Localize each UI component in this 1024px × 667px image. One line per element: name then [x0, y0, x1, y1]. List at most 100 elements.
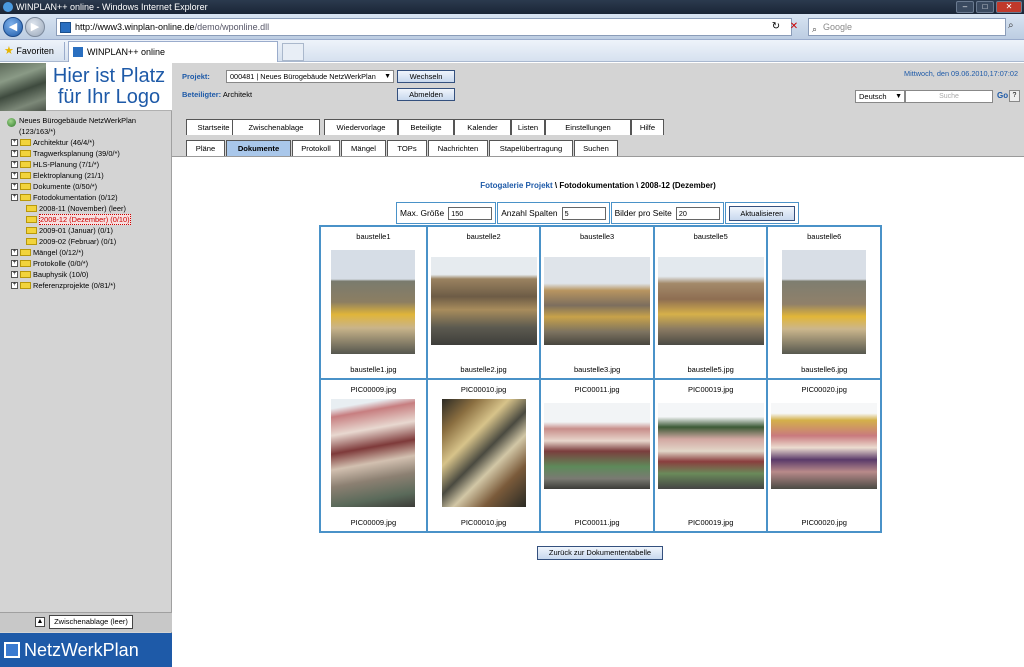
forward-icon[interactable]: ▶: [25, 17, 45, 37]
tree-subitem[interactable]: 2008-11 (November) (leer): [3, 203, 171, 214]
tree-item-label: Tragwerksplanung (39/0/*): [33, 149, 120, 158]
favorites-button[interactable]: ★ Favoriten: [4, 44, 54, 58]
tree-item[interactable]: + Fotodokumentation (0/12): [3, 192, 171, 203]
photo-thumbnail[interactable]: [782, 250, 867, 354]
photo-thumbnail[interactable]: [441, 399, 526, 507]
star-icon: ★: [4, 45, 14, 57]
photo-filename[interactable]: baustelle5.jpg: [655, 365, 767, 374]
folder-icon: [20, 161, 31, 168]
photo-filename[interactable]: baustelle1.jpg: [321, 365, 426, 374]
maximize-icon[interactable]: □: [976, 1, 994, 13]
tree-root[interactable]: Neues Bürogebäude NetzWerkPlan (123/163/…: [3, 115, 171, 137]
folder-icon: [20, 194, 31, 201]
gallery-cell: baustelle5 baustelle5.jpg: [652, 225, 769, 380]
refresh-icon[interactable]: ↻: [768, 18, 784, 36]
project-globe-icon: [7, 118, 16, 127]
browser-tab[interactable]: WINPLAN++ online: [68, 41, 278, 62]
expand-plus-icon[interactable]: +: [11, 282, 18, 289]
photo-filename[interactable]: PIC00019.jpg: [655, 518, 767, 527]
tree-item[interactable]: + HLS-Planung (7/1/*): [3, 159, 171, 170]
tree-item-label: Architektur (46/4/*): [33, 138, 95, 147]
participant-value: Architekt: [222, 90, 253, 99]
tab-tabs_sub-0[interactable]: Pläne: [186, 140, 225, 156]
breadcrumb-link[interactable]: Fotogalerie Projekt: [480, 181, 552, 190]
tab-tabs_sub-1[interactable]: Dokumente: [226, 140, 291, 156]
photo-filename[interactable]: PIC00011.jpg: [541, 518, 653, 527]
tree-item[interactable]: + Dokumente (0/50/*): [3, 181, 171, 192]
tree-item[interactable]: + Referenzprojekte (0/81/*): [3, 280, 171, 291]
tab-tabs_main-3[interactable]: Beteiligte: [398, 119, 454, 135]
expand-plus-icon[interactable]: +: [11, 260, 18, 267]
tree-item[interactable]: + Mängel (0/12/*): [3, 247, 171, 258]
photo-filename[interactable]: baustelle3.jpg: [541, 365, 653, 374]
tab-tabs_main-6[interactable]: Einstellungen: [545, 119, 631, 135]
logout-button[interactable]: Abmelden: [397, 88, 455, 101]
photo-thumbnail[interactable]: [657, 257, 764, 345]
expand-plus-icon[interactable]: +: [11, 161, 18, 168]
photo-filename[interactable]: PIC00009.jpg: [321, 518, 426, 527]
stop-icon[interactable]: ✕: [786, 18, 802, 36]
per-page-label: Bilder pro Seite: [614, 208, 672, 218]
site-search-input[interactable]: Suche: [905, 90, 993, 103]
tab-tabs_main-2[interactable]: Wiedervorlage: [324, 119, 398, 135]
url-field[interactable]: http://www3.winplan-online.de/demo/wponl…: [56, 18, 792, 36]
photo-filename[interactable]: PIC00010.jpg: [428, 518, 540, 527]
browser-search-input[interactable]: ⌕ Google: [808, 18, 1006, 36]
photo-thumbnail[interactable]: [657, 403, 764, 489]
language-select[interactable]: Deutsch ▼: [855, 90, 905, 103]
gallery-cell: baustelle3 baustelle3.jpg: [539, 225, 655, 380]
address-bar: ◀ ▶ http://www3.winplan-online.de/demo/w…: [0, 14, 1024, 40]
go-button[interactable]: Go: [997, 91, 1008, 100]
new-tab-button[interactable]: [282, 43, 304, 61]
photo-thumbnail[interactable]: [544, 403, 651, 489]
per-page-input[interactable]: [675, 206, 720, 220]
help-icon[interactable]: ?: [1009, 90, 1020, 102]
photo-thumbnail[interactable]: [331, 250, 416, 354]
tree-subitem[interactable]: 2009-01 (Januar) (0/1): [3, 225, 171, 236]
expand-plus-icon[interactable]: +: [11, 150, 18, 157]
tree-item[interactable]: + Tragwerksplanung (39/0/*): [3, 148, 171, 159]
tree-item[interactable]: + Protokolle (0/0/*): [3, 258, 171, 269]
tab-tabs_main-5[interactable]: Listen: [511, 119, 545, 135]
photo-thumbnail[interactable]: [771, 403, 878, 489]
columns-input[interactable]: [561, 206, 606, 220]
tree-item[interactable]: + Elektroplanung (21/1): [3, 170, 171, 181]
photo-filename[interactable]: baustelle6.jpg: [768, 365, 880, 374]
project-tree: Neues Bürogebäude NetzWerkPlan (123/163/…: [3, 115, 171, 291]
photo-thumbnail[interactable]: [331, 399, 416, 507]
back-to-table-button[interactable]: Zurück zur Dokumententabelle: [537, 546, 663, 560]
close-icon[interactable]: ✕: [996, 1, 1022, 13]
tab-tabs_sub-5[interactable]: Nachrichten: [428, 140, 488, 156]
tab-tabs_sub-4[interactable]: TOPs: [387, 140, 427, 156]
refresh-button[interactable]: Aktualisieren: [728, 205, 795, 221]
tab-tabs_main-1[interactable]: Zwischenablage: [232, 119, 320, 135]
expand-plus-icon[interactable]: +: [11, 249, 18, 256]
tab-tabs_main-7[interactable]: Hilfe: [631, 119, 664, 135]
expand-plus-icon[interactable]: +: [11, 271, 18, 278]
back-icon[interactable]: ◀: [3, 17, 23, 37]
photo-thumbnail[interactable]: [544, 257, 651, 345]
photo-filename[interactable]: PIC00020.jpg: [768, 518, 880, 527]
tab-tabs_sub-2[interactable]: Protokoll: [292, 140, 340, 156]
tab-tabs_main-4[interactable]: Kalender: [454, 119, 511, 135]
tab-tabs_sub-6[interactable]: Stapelübertragung: [489, 140, 573, 156]
tree-item[interactable]: + Architektur (46/4/*): [3, 137, 171, 148]
project-select[interactable]: 000481 | Neues Bürogebäude NetzWerkPlan …: [226, 70, 394, 83]
expand-plus-icon[interactable]: +: [11, 183, 18, 190]
tab-tabs_sub-3[interactable]: Mängel: [341, 140, 386, 156]
tree-subitem[interactable]: 2008-12 (Dezember) (0/10): [3, 214, 171, 225]
tree-subitem[interactable]: 2009-02 (Februar) (0/1): [3, 236, 171, 247]
switch-project-button[interactable]: Wechseln: [397, 70, 455, 83]
photo-filename[interactable]: baustelle2.jpg: [428, 365, 540, 374]
clipboard-button[interactable]: Zwischenablage (leer): [49, 615, 133, 629]
tab-tabs_sub-7[interactable]: Suchen: [574, 140, 618, 156]
minimize-icon[interactable]: –: [956, 1, 974, 13]
expand-plus-icon[interactable]: +: [11, 194, 18, 201]
tree-item[interactable]: + Bauphysik (10/0): [3, 269, 171, 280]
expand-plus-icon[interactable]: +: [11, 139, 18, 146]
expand-up-icon[interactable]: ▲: [35, 617, 45, 627]
max-size-input[interactable]: [448, 206, 493, 220]
search-icon[interactable]: ⌕: [1008, 20, 1014, 31]
expand-plus-icon[interactable]: +: [11, 172, 18, 179]
photo-thumbnail[interactable]: [430, 257, 537, 345]
